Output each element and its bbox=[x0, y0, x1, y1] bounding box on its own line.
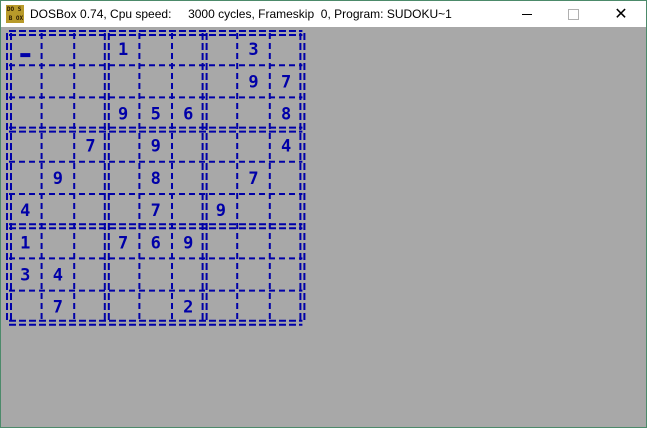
sudoku-board: 1 3 9 7 9 5 6 8 7 9 4 9 8 7 4 7 9 1 7 6 9 3 4 7 2 bbox=[6, 30, 306, 326]
sudoku-cell-r1c7[interactable]: 9 bbox=[248, 72, 258, 92]
maximize-icon bbox=[567, 8, 579, 20]
dosbox-window: DO S B OX DOSBox 0.74, Cpu speed: 3000 c… bbox=[0, 0, 647, 428]
icon-text-1: DO bbox=[6, 6, 15, 13]
icon-text-2: S bbox=[17, 6, 22, 13]
sudoku-cell-r7c0[interactable]: 3 bbox=[20, 266, 30, 286]
sudoku-cell-r4c7[interactable]: 7 bbox=[248, 169, 258, 189]
title-bar[interactable]: DO S B OX DOSBox 0.74, Cpu speed: 3000 c… bbox=[1, 1, 646, 27]
sudoku-cell-r3c4[interactable]: 9 bbox=[151, 137, 161, 157]
sudoku-cell-r1c8[interactable]: 7 bbox=[281, 72, 291, 92]
sudoku-cell-r6c0[interactable]: 1 bbox=[20, 233, 30, 253]
minimize-button[interactable] bbox=[504, 1, 550, 27]
sudoku-cell-r0c3[interactable]: 1 bbox=[118, 40, 128, 60]
maximize-button[interactable] bbox=[550, 1, 596, 27]
dos-screen[interactable]: 1 3 9 7 9 5 6 8 7 9 4 9 8 7 4 7 9 1 7 6 9 3 4 7 2 bbox=[3, 28, 644, 425]
sudoku-cell-r7c1[interactable]: 4 bbox=[53, 266, 63, 286]
sudoku-cell-r5c6[interactable]: 9 bbox=[216, 201, 226, 221]
sudoku-cell-r2c4[interactable]: 5 bbox=[151, 105, 161, 125]
sudoku-cell-r5c0[interactable]: 4 bbox=[20, 201, 30, 221]
close-icon: ✕ bbox=[614, 4, 628, 23]
sudoku-cell-r8c1[interactable]: 7 bbox=[53, 298, 63, 318]
text-cursor bbox=[20, 53, 31, 58]
sudoku-cell-r6c5[interactable]: 9 bbox=[183, 233, 193, 253]
sudoku-cell-r2c8[interactable]: 8 bbox=[281, 105, 291, 125]
icon-text-4: OX bbox=[15, 15, 24, 22]
sudoku-cell-r2c3[interactable]: 9 bbox=[118, 105, 128, 125]
sudoku-cell-r6c4[interactable]: 6 bbox=[151, 233, 161, 253]
sudoku-cell-r4c1[interactable]: 9 bbox=[53, 169, 63, 189]
dosbox-icon[interactable]: DO S B OX bbox=[6, 5, 24, 23]
minimize-icon bbox=[522, 13, 532, 15]
sudoku-cell-r2c5[interactable]: 6 bbox=[183, 105, 193, 125]
sudoku-cell-r5c4[interactable]: 7 bbox=[151, 201, 161, 221]
window-title: DOSBox 0.74, Cpu speed: 3000 cycles, Fra… bbox=[30, 7, 452, 21]
icon-text-3: B bbox=[8, 15, 13, 22]
sudoku-cell-r4c4[interactable]: 8 bbox=[151, 169, 161, 189]
close-button[interactable]: ✕ bbox=[598, 1, 644, 27]
sudoku-cell-r3c8[interactable]: 4 bbox=[281, 137, 291, 157]
sudoku-cell-r3c2[interactable]: 7 bbox=[85, 137, 95, 157]
sudoku-cell-r0c7[interactable]: 3 bbox=[248, 40, 258, 60]
sudoku-cell-r6c3[interactable]: 7 bbox=[118, 233, 128, 253]
sudoku-cell-r8c5[interactable]: 2 bbox=[183, 298, 193, 318]
